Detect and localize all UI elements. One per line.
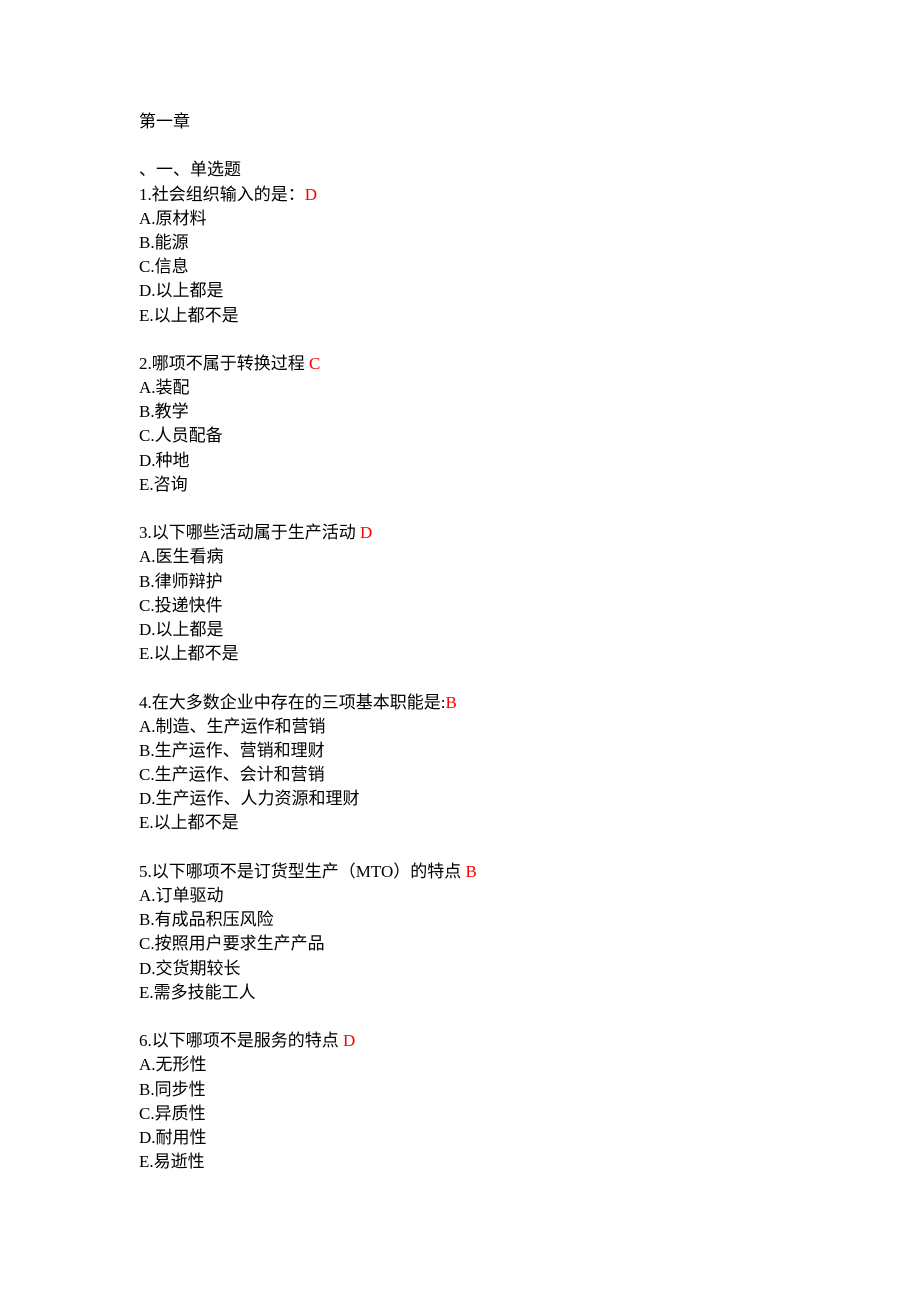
answer-key: D	[343, 1031, 356, 1051]
option-item: E.易逝性	[139, 1152, 205, 1172]
question-stem: 5.以下哪项不是订货型生产（MTO）的特点	[139, 861, 466, 881]
question-stem-line: 4.在大多数企业中存在的三项基本职能是:B	[139, 691, 477, 715]
option-item: A.装配	[139, 378, 190, 398]
option-item: E.咨询	[139, 474, 188, 494]
option-item: B.律师辩护	[139, 571, 223, 591]
option-item: A.无形性	[139, 1055, 207, 1075]
option-item: A.原材料	[139, 208, 207, 228]
answer-key: D	[360, 523, 373, 543]
option-item: C.投递快件	[139, 595, 223, 615]
option-item: D.生产运作、人力资源和理财	[139, 789, 360, 809]
question-block: 3.以下哪些活动属于生产活动 D A.医生看病 B.律师辩护 C.投递快件 D.以上都是…	[139, 521, 477, 666]
answer-key: B	[445, 692, 457, 712]
chapter-title: 第一章	[139, 112, 190, 131]
option-item: D.交货期较长	[139, 958, 241, 978]
question-stem: 3.以下哪些活动属于生产活动	[139, 523, 360, 543]
question-block: 2.哪项不属于转换过程 C A.装配 B.教学 C.人员配备 D.种地 E.咨询	[139, 352, 477, 497]
question-stem-line: 3.以下哪些活动属于生产活动 D	[139, 521, 477, 545]
option-item: E.以上都不是	[139, 305, 239, 325]
question-stem: 4.在大多数企业中存在的三项基本职能是:	[139, 692, 446, 712]
question-stem-line: 6.以下哪项不是服务的特点 D	[139, 1029, 477, 1053]
question-block: 5.以下哪项不是订货型生产（MTO）的特点 B A.订单驱动 B.有成品积压风险 C.…	[139, 860, 477, 1005]
question-stem: 6.以下哪项不是服务的特点	[139, 1031, 343, 1051]
answer-key: B	[465, 861, 477, 881]
question-block: 1.社会组织输入的是：D A.原材料 B.能源 C.信息 D.以上都是 E.以上都不是	[139, 183, 477, 328]
option-item: E.以上都不是	[139, 644, 239, 664]
option-item: E.以上都不是	[139, 813, 239, 833]
option-item: D.以上都是	[139, 281, 224, 301]
option-item: A.制造、生产运作和营销	[139, 716, 326, 736]
question-stem-line: 5.以下哪项不是订货型生产（MTO）的特点 B	[139, 860, 477, 884]
answer-key: C	[309, 353, 321, 373]
option-item: C.按照用户要求生产产品	[139, 934, 325, 954]
option-item: B.能源	[139, 232, 189, 252]
question-stem-line: 2.哪项不属于转换过程 C	[139, 352, 477, 376]
question-stem: 2.哪项不属于转换过程	[139, 353, 309, 373]
option-item: B.生产运作、营销和理财	[139, 740, 325, 760]
option-item: C.异质性	[139, 1103, 206, 1123]
option-item: D.耐用性	[139, 1127, 207, 1147]
option-item: B.教学	[139, 402, 189, 422]
question-block: 6.以下哪项不是服务的特点 D A.无形性 B.同步性 C.异质性 D.耐用性 E.易逝性	[139, 1029, 477, 1174]
option-item: C.生产运作、会计和营销	[139, 765, 325, 785]
answer-key: D	[304, 184, 318, 204]
option-item: C.信息	[139, 257, 189, 277]
option-item: D.种地	[139, 450, 190, 470]
option-item: E.需多技能工人	[139, 982, 256, 1002]
option-item: A.医生看病	[139, 547, 224, 567]
document-page: 第一章 、一、单选题 1.社会组织输入的是：D A.原材料 B.能源 C.信息 D.以上…	[139, 110, 477, 1174]
section-title: 、一、单选题	[139, 160, 241, 180]
option-item: D.以上都是	[139, 619, 224, 639]
question-list: 1.社会组织输入的是：D A.原材料 B.能源 C.信息 D.以上都是 E.以上都不是 2.…	[139, 183, 477, 1175]
option-item: C.人员配备	[139, 426, 223, 446]
option-item: B.有成品积压风险	[139, 910, 274, 930]
option-item: A.订单驱动	[139, 886, 224, 905]
question-stem-line: 1.社会组织输入的是：D	[139, 183, 477, 207]
option-item: B.同步性	[139, 1079, 206, 1099]
question-block: 4.在大多数企业中存在的三项基本职能是:B A.制造、生产运作和营销 B.生产运作、…	[139, 691, 477, 836]
question-stem: 1.社会组织输入的是：	[139, 184, 305, 204]
